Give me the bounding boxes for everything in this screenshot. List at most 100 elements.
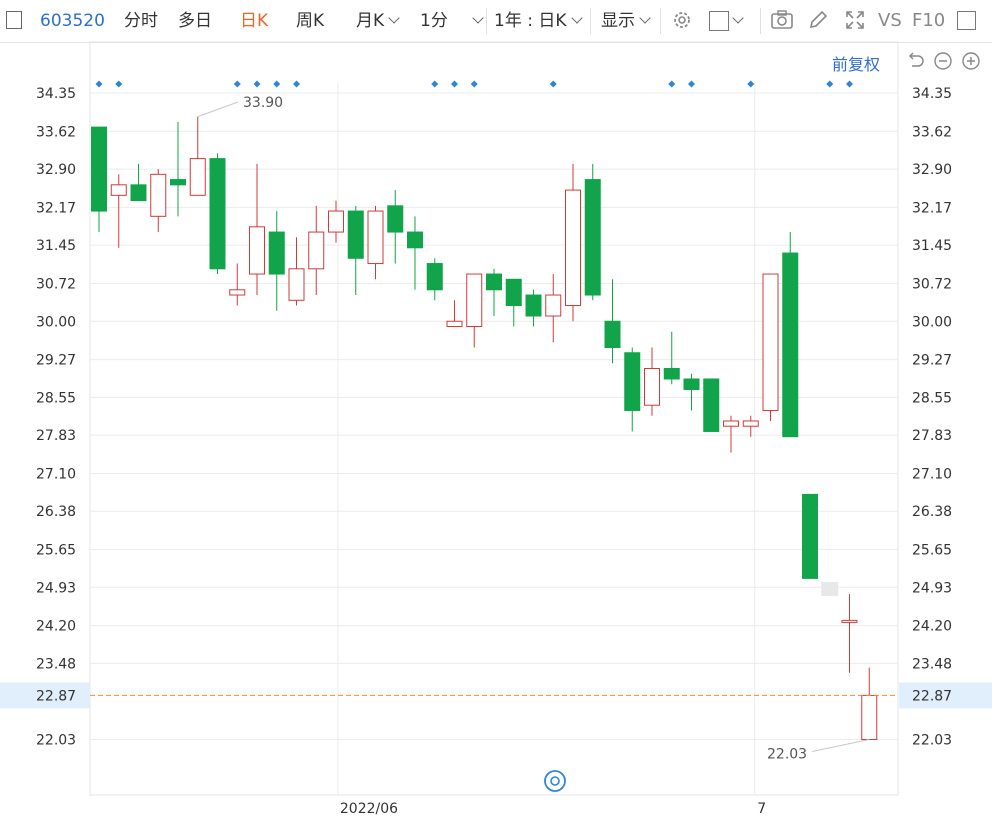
event-marker <box>688 80 695 88</box>
candle-body <box>486 273 502 291</box>
current-price-label-left: 22.87 <box>36 688 76 704</box>
candlestick-chart: 34.35 34.35 33.62 33.62 32.90 32.90 32.17 32.17… <box>0 41 992 817</box>
candle-body <box>663 367 680 380</box>
event-marker <box>233 80 241 88</box>
event-marker <box>451 80 458 88</box>
candle-body <box>762 273 779 411</box>
candle-body <box>150 173 167 217</box>
candle-body <box>130 184 147 202</box>
max-price-label: 33.90 <box>243 95 283 111</box>
candle-body <box>308 231 325 270</box>
y-tick-label-left: 32.17 <box>36 200 76 216</box>
candle-body <box>525 294 542 317</box>
candle-body <box>387 205 404 233</box>
candle-body <box>268 231 285 275</box>
y-tick-label-left: 22.03 <box>36 732 76 748</box>
y-tick-label-left: 30.72 <box>36 276 76 292</box>
candle-body <box>505 278 522 307</box>
event-marker <box>846 80 853 88</box>
y-tick-label-left: 25.65 <box>36 543 76 559</box>
y-tick-label-right: 30.72 <box>912 276 952 292</box>
event-marker <box>95 80 103 88</box>
candle-body <box>624 352 641 411</box>
y-tick-label-left: 24.20 <box>36 619 76 635</box>
candle-body <box>644 367 660 406</box>
candle-body <box>407 231 423 249</box>
y-tick-label-left: 27.83 <box>36 428 76 444</box>
event-marker <box>253 80 261 88</box>
x-tick-label: 2022/06 <box>340 801 398 817</box>
y-tick-label-right: 27.10 <box>912 466 952 482</box>
y-tick-label-right: 34.35 <box>912 86 952 102</box>
y-tick-label-right: 24.20 <box>912 619 952 635</box>
y-tick-label-right: 24.93 <box>912 580 952 596</box>
candle-body <box>367 210 384 265</box>
candle-body <box>328 210 344 233</box>
y-tick-label-left: 32.90 <box>36 162 76 178</box>
y-tick-label-left: 24.93 <box>36 580 76 596</box>
candle-body <box>189 158 206 196</box>
event-marker <box>668 80 676 88</box>
y-tick-label-right: 30.00 <box>912 314 952 330</box>
min-leader-line <box>811 738 870 752</box>
y-tick-label-left: 26.38 <box>36 504 76 520</box>
current-price-label-right: 22.87 <box>912 688 952 704</box>
candle-body <box>584 179 601 296</box>
candle-body <box>861 694 878 740</box>
candle-body <box>703 378 720 432</box>
event-marker <box>273 80 281 88</box>
candle-body <box>782 252 799 438</box>
y-tick-label-left: 29.27 <box>36 353 76 369</box>
candle-body <box>802 493 818 579</box>
y-tick-label-left: 27.10 <box>36 466 76 482</box>
y-tick-label-left: 34.35 <box>36 86 76 102</box>
candle-body <box>170 179 186 186</box>
candle-body <box>249 226 265 275</box>
candle-body <box>604 320 621 349</box>
candle-body <box>209 158 226 270</box>
candle-body <box>426 263 443 291</box>
y-tick-label-right: 32.17 <box>912 200 952 216</box>
y-tick-label-right: 31.45 <box>912 238 952 254</box>
candle-body <box>841 619 858 623</box>
min-price-label: 22.03 <box>767 746 807 762</box>
y-tick-label-right: 25.65 <box>912 543 952 559</box>
candle-body <box>565 189 581 307</box>
event-marker <box>470 80 478 88</box>
y-tick-label-right: 22.03 <box>912 732 952 748</box>
y-tick-label-right: 27.83 <box>912 428 952 444</box>
candle-body <box>683 378 700 390</box>
y-tick-label-right: 23.48 <box>912 656 952 672</box>
y-tick-label-right: 32.90 <box>912 162 952 178</box>
candle-body <box>110 184 127 196</box>
y-tick-label-right: 29.27 <box>912 353 952 369</box>
event-marker <box>549 80 557 88</box>
max-leader-line <box>197 101 239 118</box>
candle-body <box>466 273 483 328</box>
y-tick-label-right: 28.55 <box>912 390 952 406</box>
x-tick-label: 7 <box>757 801 766 817</box>
candle-body <box>347 210 364 259</box>
event-marker <box>747 80 755 88</box>
y-tick-label-left: 23.48 <box>36 656 76 672</box>
candle-body <box>446 320 463 328</box>
candle-body <box>288 268 305 301</box>
event-marker <box>826 80 834 88</box>
y-tick-label-left: 33.62 <box>36 124 76 140</box>
plot-frame <box>89 41 899 796</box>
y-tick-label-right: 33.62 <box>912 124 952 140</box>
candle-body <box>229 289 246 296</box>
event-marker <box>115 80 123 88</box>
y-tick-label-left: 28.55 <box>36 390 76 406</box>
event-marker <box>431 80 439 88</box>
candle-body <box>91 126 107 212</box>
candle-body <box>723 420 739 427</box>
y-tick-label-right: 26.38 <box>912 504 952 520</box>
candle-body <box>742 420 759 427</box>
candle-body <box>545 294 562 317</box>
candle-gap <box>821 581 839 596</box>
event-marker <box>293 80 300 88</box>
y-tick-label-left: 30.00 <box>36 314 76 330</box>
reset-icon <box>544 770 566 792</box>
y-tick-label-left: 31.45 <box>36 238 76 254</box>
